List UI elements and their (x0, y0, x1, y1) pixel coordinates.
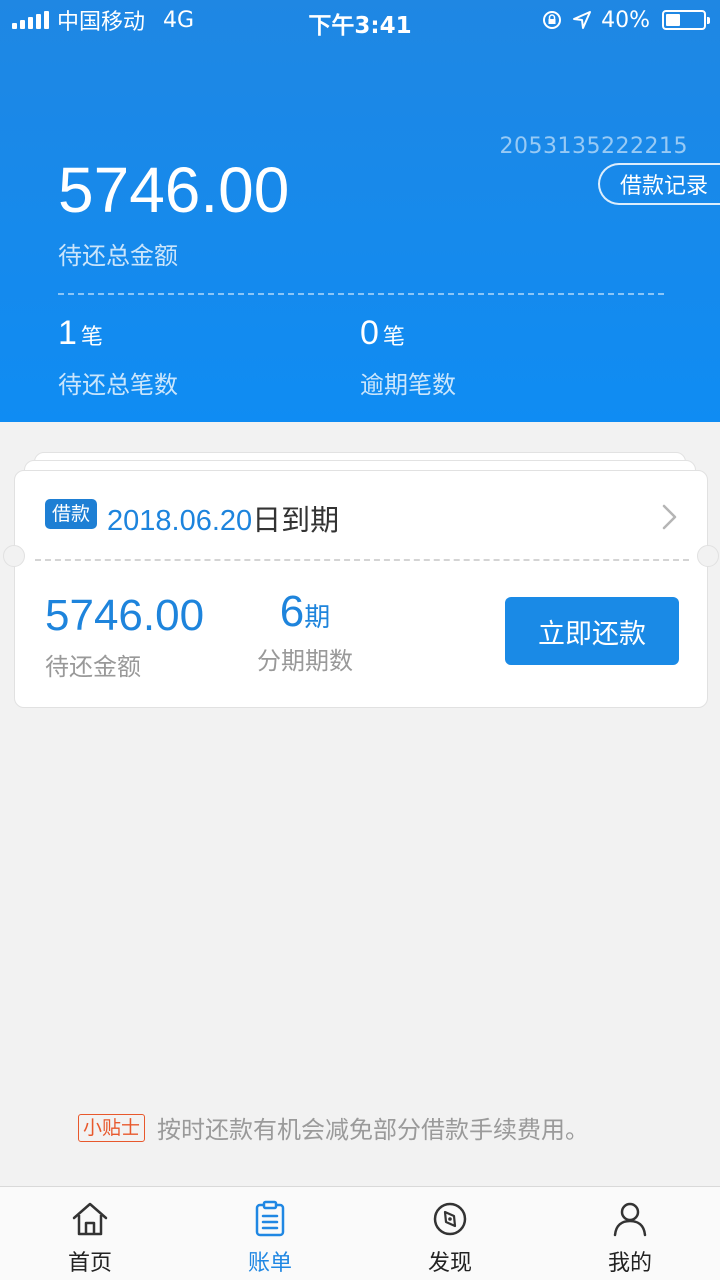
rotation-lock-icon (543, 11, 562, 29)
tab-bar: 首页 账单 发现 我的 (0, 1186, 720, 1280)
loan-tag: 借款 (45, 499, 98, 529)
loan-card[interactable]: 借款 2018.06.20日到期 5746.00 待还金额 6期 分期期数 立即… (3, 470, 719, 708)
tab-mine-label: 我的 (607, 1251, 652, 1276)
pending-amount-block: 5746.00 待还金额 (45, 591, 204, 682)
chevron-right-icon[interactable] (661, 503, 679, 531)
summary-header: 中国移动 4G 下午3:41 40% 2053135222215 借款记录 57… (0, 0, 720, 422)
overdue-count-stat: 0笔 逾期笔数 (360, 314, 456, 400)
person-icon (613, 1202, 647, 1237)
tab-bill[interactable]: 账单 (180, 1187, 360, 1280)
overdue-count-unit: 笔 (382, 325, 405, 350)
pending-count-label: 待还总笔数 (58, 371, 178, 399)
due-line: 2018.06.20日到期 (107, 497, 339, 539)
account-number: 2053135222215 (499, 134, 688, 159)
bill-icon (255, 1200, 285, 1237)
due-suffix: 日到期 (252, 503, 340, 537)
period-unit: 期 (304, 603, 331, 633)
bill-page: 中国移动 4G 下午3:41 40% 2053135222215 借款记录 57… (0, 0, 720, 1280)
overdue-count-value: 0 (360, 314, 379, 352)
tab-discover-label: 发现 (427, 1251, 472, 1276)
loan-record-button[interactable]: 借款记录 (598, 163, 720, 205)
card-notch-right (697, 545, 719, 567)
tab-mine[interactable]: 我的 (540, 1187, 720, 1280)
battery-percent: 40% (601, 7, 650, 33)
tip-badge: 小贴士 (78, 1113, 146, 1142)
period-block: 6期 分期期数 (257, 587, 353, 676)
card-notch-left (3, 545, 25, 567)
pending-amount-value: 5746.00 (45, 591, 205, 640)
period-label: 分期期数 (257, 647, 353, 675)
total-amount-label: 待还总金额 (58, 242, 178, 270)
tab-discover[interactable]: 发现 (360, 1187, 540, 1280)
overdue-count-label: 逾期笔数 (360, 371, 456, 399)
pending-amount-label: 待还金额 (45, 653, 141, 681)
loan-card-header[interactable]: 借款 2018.06.20日到期 (15, 471, 707, 557)
summary-divider (58, 293, 664, 295)
status-bar: 中国移动 4G 下午3:41 40% (0, 0, 720, 40)
pending-count-value: 1 (58, 314, 77, 352)
pending-count-stat: 1笔 待还总笔数 (58, 314, 178, 400)
card-divider (35, 559, 689, 561)
location-icon (573, 11, 592, 29)
period-value: 6 (279, 587, 305, 636)
tip-text: 按时还款有机会减免部分借款手续费用。 (157, 1116, 590, 1144)
due-date: 2018.06.20 (107, 505, 253, 537)
total-amount: 5746.00 (58, 154, 290, 226)
tab-home[interactable]: 首页 (0, 1187, 180, 1280)
tab-bill-label: 账单 (247, 1251, 292, 1276)
tip: 小贴士 按时还款有机会减免部分借款手续费用。 (78, 1110, 589, 1145)
battery-level (666, 14, 680, 26)
tab-home-label: 首页 (67, 1251, 112, 1276)
home-icon (72, 1202, 108, 1236)
repay-now-button[interactable]: 立即还款 (505, 597, 679, 665)
battery-icon (662, 10, 710, 30)
compass-icon (433, 1202, 467, 1236)
pending-count-unit: 笔 (80, 325, 103, 350)
